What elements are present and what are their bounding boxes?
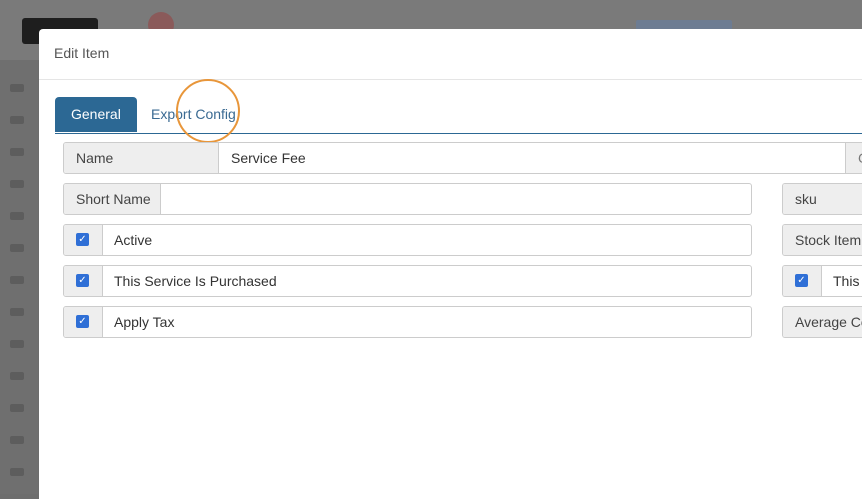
apply-tax-checkbox-addon: ✓: [64, 307, 103, 337]
apply-tax-label: Apply Tax: [114, 314, 175, 330]
apply-tax-checkbox-group: ✓ Apply Tax: [63, 306, 752, 338]
service-purchased-checkbox-group: ✓ This Service Is Purchased: [63, 265, 752, 297]
edit-item-modal: Edit Item General Export Config Name Ser…: [39, 29, 862, 499]
active-checkbox-group: ✓ Active: [63, 224, 752, 256]
name-label: Name: [64, 143, 219, 173]
name-field-group: Name Service Fee G: [63, 142, 862, 174]
sidebar-item: [10, 180, 24, 188]
sidebar-item: [10, 148, 24, 156]
service-purchased-label: This Service Is Purchased: [114, 273, 277, 289]
name-addon-button[interactable]: G: [845, 143, 862, 173]
sidebar-item: [10, 276, 24, 284]
stock-item-label: Stock Item: [783, 225, 862, 255]
modal-title: Edit Item: [54, 45, 110, 61]
stock-item-field-group: Stock Item: [782, 224, 862, 256]
sidebar-item: [10, 436, 24, 444]
sidebar-item: [10, 372, 24, 380]
short-name-field-group: Short Name: [63, 183, 752, 215]
sidebar-item: [10, 244, 24, 252]
modal-divider: [39, 79, 862, 80]
right-checkbox-group: ✓ This S: [782, 265, 862, 297]
active-checkbox[interactable]: ✓: [76, 233, 89, 246]
right-checkbox-addon: ✓: [783, 266, 822, 296]
sku-field-group: sku: [782, 183, 862, 215]
sidebar-item: [10, 308, 24, 316]
tab-bar: General Export Config: [55, 97, 862, 134]
short-name-label: Short Name: [64, 184, 161, 214]
globe-icon: G: [858, 143, 862, 173]
right-checkbox-label: This S: [833, 273, 862, 289]
sidebar-item: [10, 212, 24, 220]
sku-label: sku: [783, 184, 862, 214]
apply-tax-checkbox[interactable]: ✓: [76, 315, 89, 328]
name-input[interactable]: Service Fee: [231, 143, 306, 173]
sidebar-item: [10, 84, 24, 92]
average-cost-label: Average Co: [783, 307, 862, 337]
sidebar-item: [10, 116, 24, 124]
right-checkbox[interactable]: ✓: [795, 274, 808, 287]
service-purchased-checkbox-addon: ✓: [64, 266, 103, 296]
sidebar-item: [10, 340, 24, 348]
service-purchased-checkbox[interactable]: ✓: [76, 274, 89, 287]
active-checkbox-addon: ✓: [64, 225, 103, 255]
tab-general[interactable]: General: [55, 97, 137, 132]
average-cost-field-group: Average Co: [782, 306, 862, 338]
sidebar-item: [10, 468, 24, 476]
active-label: Active: [114, 232, 153, 248]
background-sidebar: [0, 60, 38, 494]
tab-export-config[interactable]: Export Config: [135, 97, 252, 132]
sidebar-item: [10, 404, 24, 412]
